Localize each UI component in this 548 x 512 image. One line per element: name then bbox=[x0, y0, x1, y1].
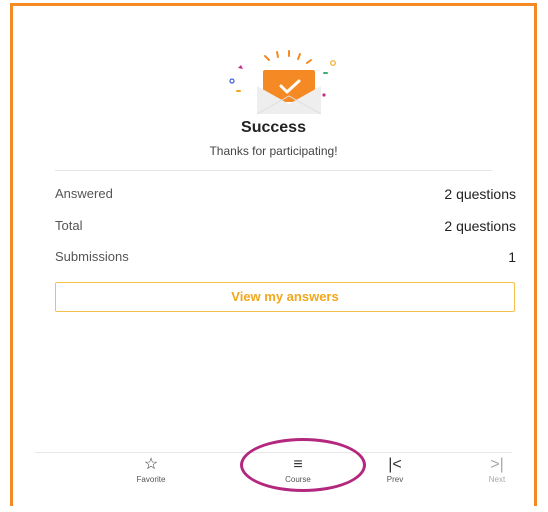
skip-back-icon: |< bbox=[388, 456, 402, 473]
nav-prev-label: Prev bbox=[386, 475, 404, 484]
app-frame: Success Thanks for participating! Answer… bbox=[10, 3, 537, 506]
menu-icon: ≡ bbox=[293, 456, 303, 473]
success-title: Success bbox=[241, 119, 306, 136]
success-subtitle: Thanks for participating! bbox=[209, 144, 338, 158]
stat-value: 1 bbox=[508, 249, 516, 265]
envelope-check-icon bbox=[229, 50, 336, 115]
stat-label: Answered bbox=[55, 186, 113, 201]
nav-next-button[interactable]: >| Next bbox=[467, 456, 527, 484]
nav-prev-button[interactable]: |< Prev bbox=[365, 456, 425, 484]
stat-row-answered: Answered 2 questions bbox=[55, 186, 516, 206]
stat-row-total: Total 2 questions bbox=[55, 218, 516, 238]
stat-label: Submissions bbox=[55, 249, 129, 264]
stat-row-submissions: Submissions 1 bbox=[55, 249, 516, 269]
success-illustration bbox=[13, 46, 534, 126]
stat-label: Total bbox=[55, 218, 83, 233]
nav-favorite-button[interactable]: ☆ Favorite bbox=[121, 456, 181, 484]
stat-value: 2 questions bbox=[444, 186, 516, 202]
skip-forward-icon: >| bbox=[490, 456, 504, 473]
bottom-nav-divider bbox=[35, 452, 512, 453]
stat-value: 2 questions bbox=[444, 218, 516, 234]
nav-course-label: Course bbox=[285, 475, 311, 484]
nav-next-label: Next bbox=[488, 475, 506, 484]
view-my-answers-button[interactable]: View my answers bbox=[55, 282, 515, 312]
nav-course-button[interactable]: ≡ Course bbox=[268, 456, 328, 484]
divider bbox=[55, 170, 492, 171]
nav-favorite-label: Favorite bbox=[136, 475, 166, 484]
star-outline-icon: ☆ bbox=[143, 456, 159, 473]
